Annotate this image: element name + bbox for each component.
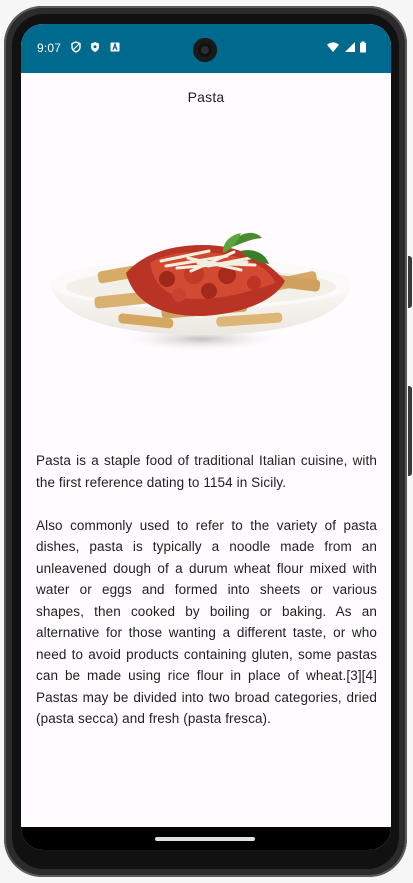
shield-outline-icon — [71, 41, 81, 53]
pasta-dish-image — [51, 232, 351, 352]
battery-icon — [360, 41, 366, 53]
text-a-icon — [110, 42, 120, 52]
page-title: Pasta — [187, 89, 225, 105]
navigation-bar — [21, 827, 391, 850]
volume-button — [408, 386, 412, 476]
cellular-signal-icon — [345, 42, 355, 52]
device: 9:07 Pasta Pasta is a staple food of tra… — [0, 0, 413, 883]
app-screen: 9:07 Pasta Pasta is a staple food of tra… — [21, 24, 391, 850]
status-bar: 9:07 — [21, 24, 391, 73]
paragraph-description: Also commonly used to refer to the varie… — [36, 517, 377, 727]
status-time: 9:07 — [37, 41, 62, 55]
wifi-icon — [327, 42, 339, 52]
power-button — [408, 256, 412, 308]
paragraph-intro: Pasta is a staple food of traditional It… — [36, 453, 377, 490]
article-body: Pasta is a staple food of traditional It… — [36, 450, 377, 751]
front-camera — [193, 38, 217, 62]
home-indicator[interactable] — [155, 837, 255, 841]
shield-filled-icon — [91, 42, 99, 52]
